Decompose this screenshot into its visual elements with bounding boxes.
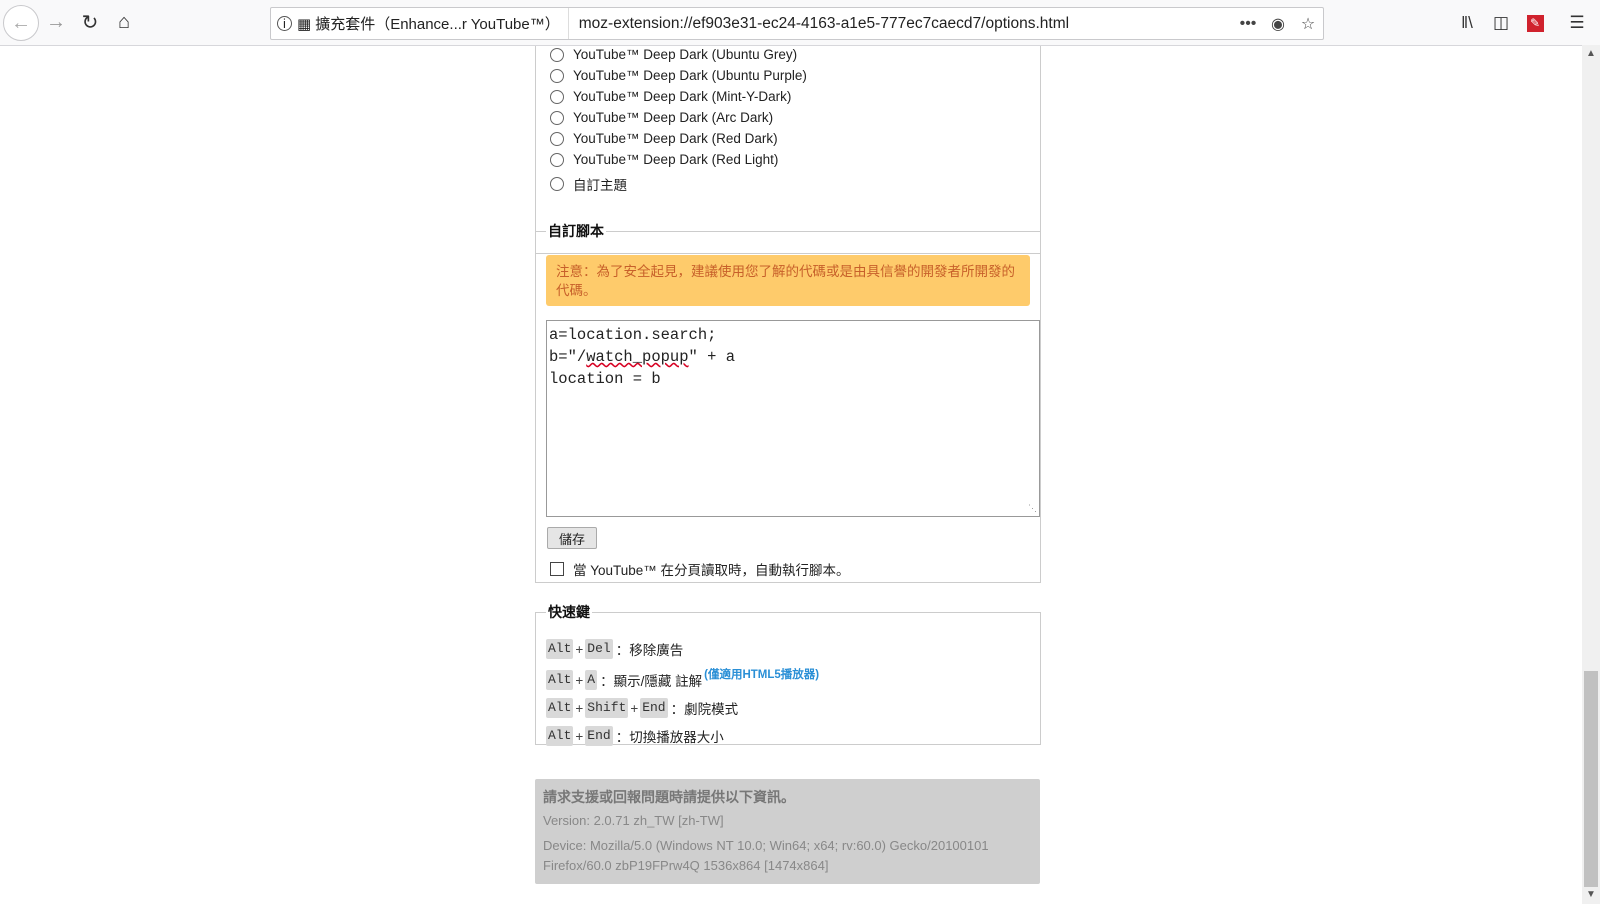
extension-button[interactable]: ✎ (1520, 8, 1550, 38)
hotkey-note: (僅適用HTML5播放器) (704, 669, 820, 681)
code-line: location = b (549, 370, 661, 388)
theme-option[interactable]: YouTube™ Deep Dark (Red Dark) (550, 131, 778, 146)
options-page: YouTube™ Deep Dark (Ubuntu Grey) YouTube… (0, 46, 1582, 904)
autorun-checkbox[interactable] (550, 562, 564, 576)
pocket-button[interactable]: ◉ (1263, 9, 1293, 39)
key-cap: Alt (546, 726, 574, 746)
theme-option[interactable]: YouTube™ Deep Dark (Mint-Y-Dark) (550, 89, 791, 104)
pocket-icon: ◉ (1271, 15, 1285, 33)
support-info: 請求支援或回報問題時請提供以下資訊。 Version: 2.0.71 zh_TW… (535, 779, 1040, 884)
hotkeys-fieldset: 快速鍵 Alt + Del ：移除廣告 Alt + A ：顯示/隱藏 註解 (僅適用HT… (535, 602, 1041, 746)
custom-script-fieldset: 自訂腳本 注意：為了安全起見，建議使用您了解的代碼或是由具信譽的開發者所開發的代… (535, 221, 1041, 583)
security-warning: 注意：為了安全起見，建議使用您了解的代碼或是由具信譽的開發者所開發的代碼。 (546, 255, 1030, 306)
url-text[interactable]: moz-extension://ef903e31-ec24-4163-a1e5-… (569, 15, 1233, 33)
radio-button[interactable] (550, 152, 564, 167)
key-cap: Alt (546, 639, 574, 659)
hotkeys-legend: 快速鍵 (548, 604, 590, 620)
theme-option[interactable]: YouTube™ Deep Dark (Arc Dark) (550, 110, 773, 125)
menu-button[interactable]: ☰ (1562, 8, 1592, 38)
radio-button[interactable] (550, 89, 564, 104)
sidebar-button[interactable]: ◫ (1486, 8, 1516, 38)
key-cap: End (585, 726, 613, 746)
code-line: b="/watch_popup" + a (549, 348, 736, 366)
theme-option-label: YouTube™ Deep Dark (Arc Dark) (573, 110, 774, 125)
theme-option[interactable]: YouTube™ Deep Dark (Ubuntu Grey) (550, 47, 797, 62)
back-icon: ← (11, 11, 31, 34)
autorun-label: 當 YouTube™ 在分頁讀取時，自動執行腳本。 (573, 563, 850, 578)
key-cap: Shift (585, 698, 629, 718)
code-line: a=location.search; (549, 326, 717, 344)
device-info: Device: Mozilla/5.0 (Windows NT 10.0; Wi… (543, 836, 1032, 876)
theme-option[interactable]: 自訂主題 (550, 174, 627, 194)
bookmark-button[interactable]: ☆ (1293, 9, 1323, 39)
vertical-scrollbar[interactable]: ▲ ▼ (1582, 45, 1600, 904)
info-icon: i (277, 16, 292, 31)
page-actions-button[interactable]: ••• (1233, 9, 1263, 39)
theme-option[interactable]: YouTube™ Deep Dark (Red Light) (550, 152, 778, 167)
key-cap: Del (585, 639, 613, 659)
theme-option[interactable]: YouTube™ Deep Dark (Ubuntu Purple) (550, 68, 807, 83)
custom-script-legend: 自訂腳本 (548, 223, 604, 239)
theme-option-label: YouTube™ Deep Dark (Mint-Y-Dark) (573, 89, 792, 104)
key-cap: A (585, 670, 598, 690)
theme-option-label: 自訂主題 (573, 178, 627, 193)
more-icon: ••• (1239, 14, 1257, 32)
theme-option-label: YouTube™ Deep Dark (Red Light) (573, 152, 779, 167)
save-button[interactable]: 儲存 (547, 527, 597, 549)
scroll-down-icon[interactable]: ▼ (1582, 886, 1600, 904)
menu-icon: ☰ (1569, 13, 1585, 32)
scroll-up-icon[interactable]: ▲ (1582, 45, 1600, 63)
resize-grip-icon[interactable]: ⋱ (1027, 504, 1037, 514)
key-cap: Alt (546, 698, 574, 718)
theme-option-label: YouTube™ Deep Dark (Red Dark) (573, 131, 778, 146)
sidebar-icon: ◫ (1492, 13, 1510, 32)
library-icon: ‖\ (1461, 13, 1473, 32)
forward-button[interactable]: → (40, 6, 72, 38)
key-cap: Alt (546, 670, 574, 690)
browser-toolbar: ← → ↻ ⌂ i ▦ 擴充套件（Enhance...r YouTube™） m… (0, 0, 1600, 46)
device-line: Firefox/60.0 zbP19FPrw4Q 1536x864 [1474x… (543, 858, 829, 873)
version-info: Version: 2.0.71 zh_TW [zh-TW] (543, 813, 724, 828)
hotkey-description: ：切換播放器大小 (615, 730, 724, 745)
library-button[interactable]: ‖\ (1452, 8, 1482, 38)
theme-option-label: YouTube™ Deep Dark (Ubuntu Purple) (573, 68, 807, 83)
radio-button[interactable] (550, 177, 564, 191)
hotkey-description: ：顯示/隱藏 註解 (600, 674, 703, 689)
puzzle-icon: ▦ (297, 15, 312, 33)
hotkey-row: Alt + A ：顯示/隱藏 註解 (僅適用HTML5播放器) (546, 669, 819, 690)
scroll-thumb[interactable] (1584, 671, 1598, 887)
site-identity[interactable]: i ▦ 擴充套件（Enhance...r YouTube™） (271, 8, 569, 39)
hotkey-row: Alt + Del ：移除廣告 (546, 639, 684, 659)
back-button[interactable]: ← (3, 5, 39, 41)
reload-button[interactable]: ↻ (74, 6, 106, 38)
hotkey-description: ：移除廣告 (615, 643, 684, 658)
radio-button[interactable] (550, 110, 564, 125)
autorun-option[interactable]: 當 YouTube™ 在分頁讀取時，自動執行腳本。 (550, 559, 850, 579)
star-icon: ☆ (1300, 15, 1316, 33)
url-bar[interactable]: i ▦ 擴充套件（Enhance...r YouTube™） moz-exten… (270, 7, 1324, 40)
identity-label: 擴充套件（Enhance...r YouTube™） (315, 16, 560, 33)
support-title: 請求支援或回報問題時請提供以下資訊。 (543, 789, 795, 805)
forward-icon: → (46, 10, 66, 33)
radio-button[interactable] (550, 131, 564, 146)
device-line: Device: Mozilla/5.0 (Windows NT 10.0; Wi… (543, 838, 989, 853)
radio-button[interactable] (550, 47, 564, 62)
extension-icon: ✎ (1526, 14, 1544, 32)
hotkey-description: ：劇院模式 (670, 702, 739, 717)
hotkey-row: Alt + End ：切換播放器大小 (546, 726, 724, 746)
theme-option-label: YouTube™ Deep Dark (Ubuntu Grey) (573, 47, 798, 62)
home-button[interactable]: ⌂ (108, 6, 140, 38)
reload-icon: ↻ (81, 11, 99, 34)
radio-button[interactable] (550, 68, 564, 83)
script-textarea[interactable]: a=location.search; b="/watch_popup" + a … (546, 320, 1040, 517)
key-cap: End (640, 698, 668, 718)
hotkey-row: Alt + Shift + End ：劇院模式 (546, 698, 739, 718)
home-icon: ⌂ (117, 10, 131, 33)
spellcheck-word: watch_popup (586, 348, 689, 366)
